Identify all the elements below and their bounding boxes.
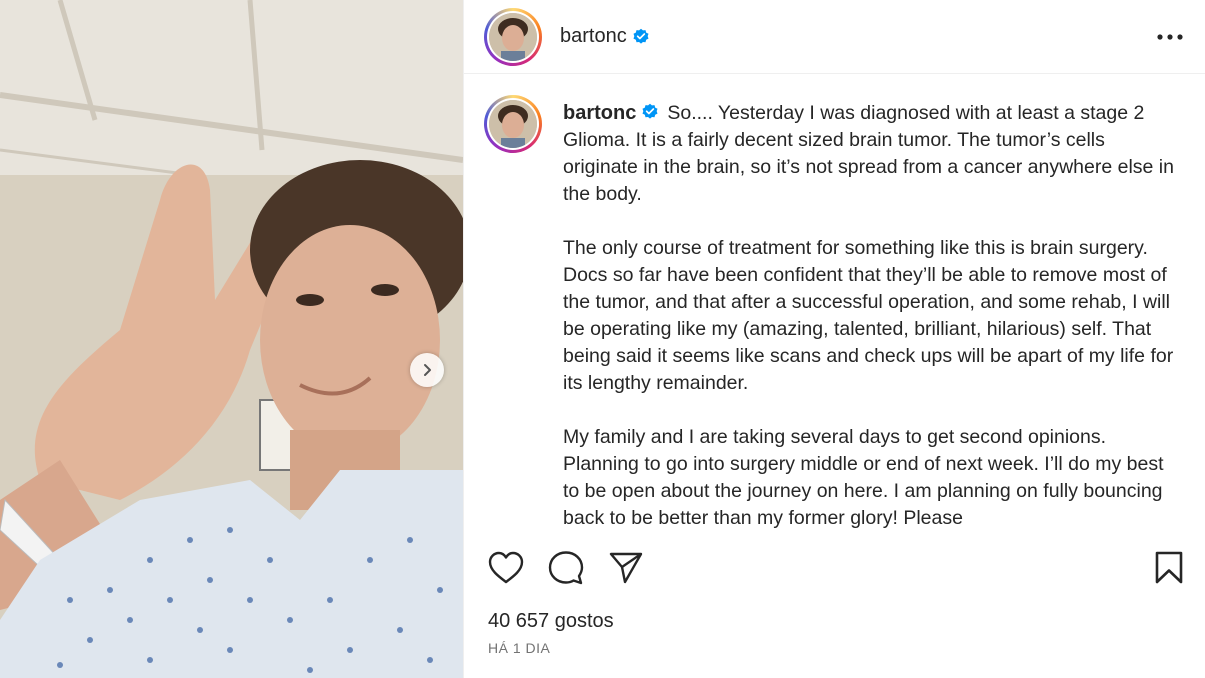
avatar-image bbox=[489, 100, 537, 148]
post-details-panel: bartonc bartonc So.... Yesterday I was d… bbox=[463, 0, 1205, 678]
more-options-button[interactable] bbox=[1155, 27, 1185, 47]
share-button[interactable] bbox=[606, 548, 646, 588]
post-header: bartonc bbox=[464, 0, 1205, 74]
comment-icon bbox=[548, 551, 584, 585]
caption-text: bartonc So.... Yesterday I was diagnosed… bbox=[563, 100, 1175, 529]
caption-paragraph-2: The only course of treatment for somethi… bbox=[563, 237, 1174, 394]
more-horizontal-icon bbox=[1157, 33, 1183, 40]
like-button[interactable] bbox=[486, 548, 526, 588]
comment-button[interactable] bbox=[546, 548, 586, 588]
caption-username[interactable]: bartonc bbox=[563, 102, 636, 124]
bookmark-icon bbox=[1155, 551, 1183, 584]
send-icon bbox=[609, 552, 643, 584]
photo-illustration bbox=[0, 0, 463, 678]
action-bar bbox=[486, 545, 1189, 591]
caption-avatar[interactable] bbox=[484, 95, 542, 153]
likes-count[interactable]: 40 657 gostos bbox=[488, 610, 614, 633]
caption-paragraph: bartonc So.... Yesterday I was diagnosed… bbox=[563, 100, 1175, 208]
post-username[interactable]: bartonc bbox=[560, 25, 627, 48]
save-button[interactable] bbox=[1149, 548, 1189, 588]
verified-badge-icon bbox=[642, 103, 658, 119]
avatar-image bbox=[489, 12, 537, 61]
caption-paragraph-3: My family and I are taking several days … bbox=[563, 426, 1164, 529]
verified-badge-icon bbox=[633, 28, 649, 44]
caption-section: bartonc So.... Yesterday I was diagnosed… bbox=[464, 75, 1205, 529]
chevron-right-icon bbox=[424, 364, 431, 376]
avatar[interactable] bbox=[484, 7, 542, 66]
carousel-next-button[interactable] bbox=[410, 353, 444, 387]
post-image[interactable] bbox=[0, 0, 463, 678]
post-timestamp[interactable]: HÁ 1 DIA bbox=[488, 640, 550, 656]
heart-icon bbox=[488, 551, 524, 584]
